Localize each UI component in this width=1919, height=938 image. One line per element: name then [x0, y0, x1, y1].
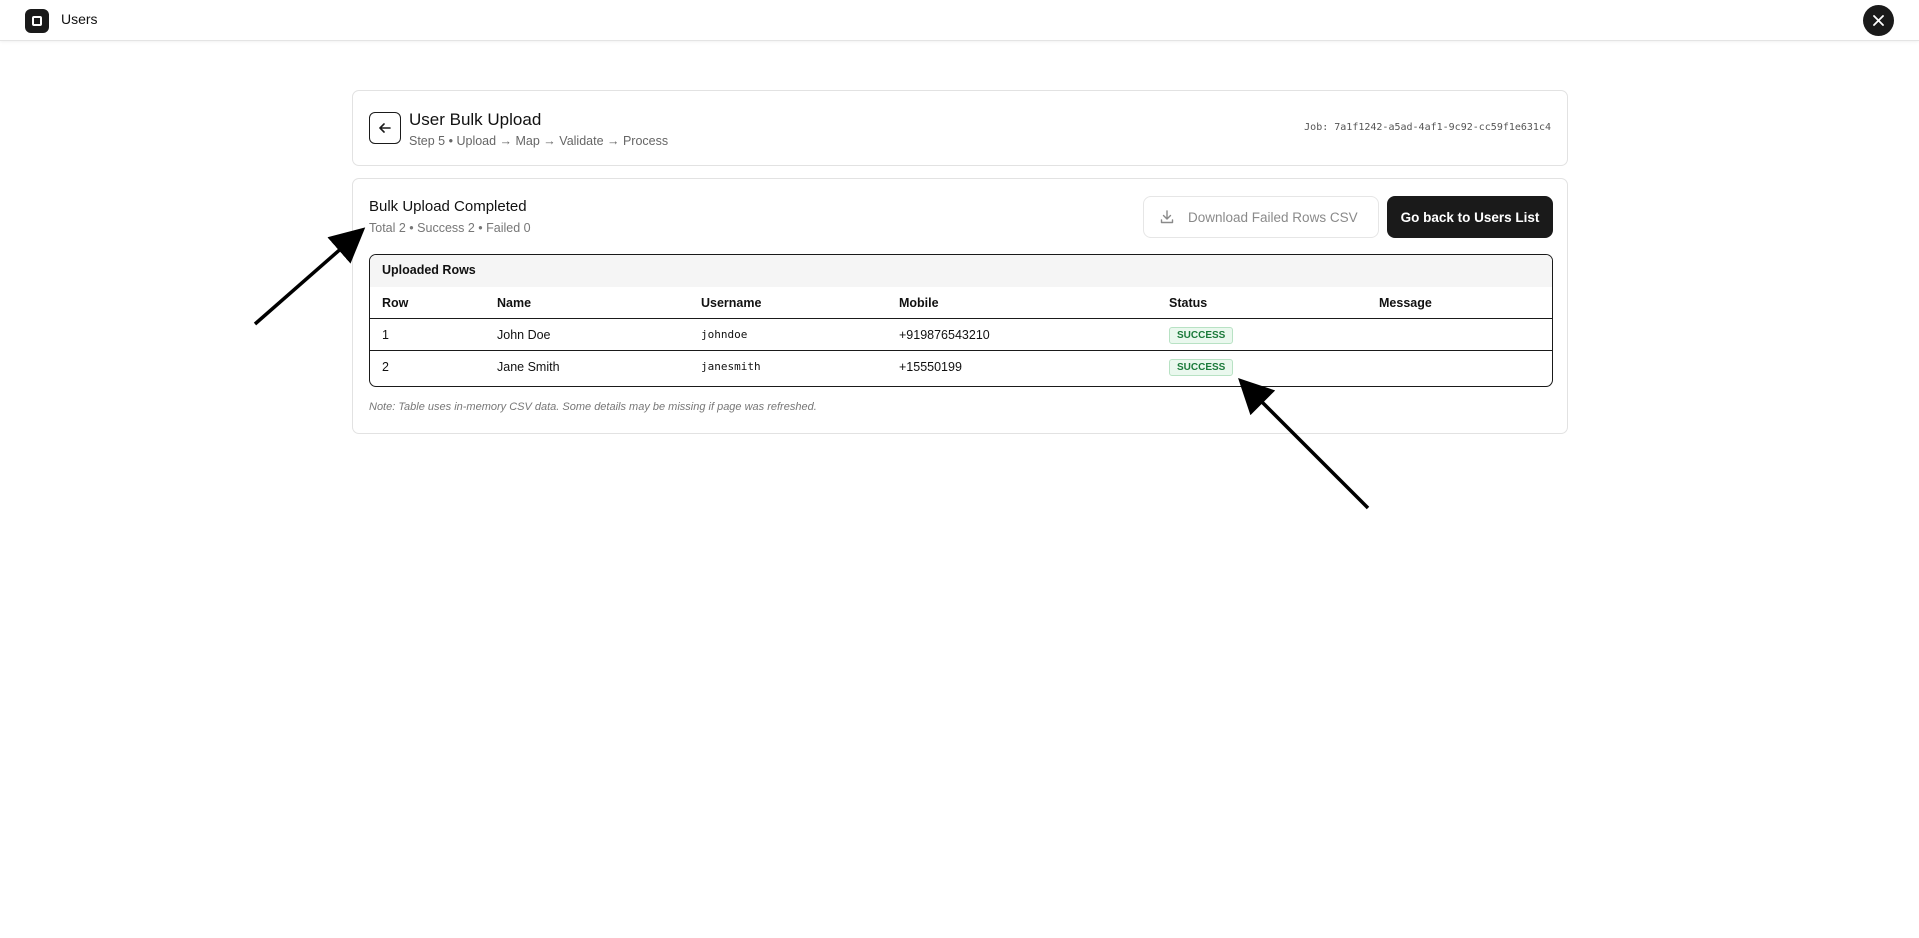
cell-mobile: +919876543210	[899, 328, 990, 342]
back-button[interactable]	[369, 112, 401, 144]
column-header-status: Status	[1169, 296, 1208, 310]
cell-name: John Doe	[497, 328, 551, 342]
upload-header-card: User Bulk Upload Step 5 • Upload → Map →…	[352, 90, 1568, 166]
step-breadcrumb: Step 5 • Upload → Map → Validate → Proce…	[409, 134, 669, 148]
result-summary: Total 2 • Success 2 • Failed 0	[369, 221, 531, 235]
cell-username: johndoe	[701, 328, 748, 341]
page-title: User Bulk Upload	[409, 110, 542, 129]
table-row: 2 Jane Smith janesmith +15550199 SUCCESS	[370, 351, 1552, 383]
table-note: Note: Table uses in-memory CSV data. Som…	[369, 401, 817, 413]
cell-mobile: +15550199	[899, 360, 962, 374]
annotation-arrow	[253, 227, 366, 326]
table-header: Row Name Username Mobile Status Message	[370, 287, 1552, 319]
go-back-users-button[interactable]: Go back to Users List	[1387, 196, 1553, 238]
app-title: Users	[61, 11, 98, 27]
column-header-row: Row	[382, 296, 409, 310]
cell-status: SUCCESS	[1169, 351, 1234, 383]
square-logo-icon	[25, 9, 49, 33]
status-badge: SUCCESS	[1169, 327, 1234, 345]
column-header-message: Message	[1379, 296, 1432, 310]
result-card: Bulk Upload Completed Total 2 • Success …	[352, 178, 1568, 434]
download-label: Download Failed Rows CSV	[1188, 209, 1358, 225]
result-title: Bulk Upload Completed	[369, 198, 527, 215]
table-caption: Uploaded Rows	[370, 255, 1552, 287]
cell-row: 2	[382, 360, 389, 374]
job-id: Job: 7a1f1242-a5ad-4af1-9c92-cc59f1e631c…	[1304, 122, 1551, 133]
uploaded-rows-table: Uploaded Rows Row Name Username Mobile S…	[369, 254, 1553, 387]
cell-row: 1	[382, 328, 389, 342]
cell-username: janesmith	[701, 360, 761, 373]
status-badge: SUCCESS	[1169, 359, 1234, 377]
top-bar: Users	[0, 0, 1919, 41]
column-header-mobile: Mobile	[899, 296, 939, 310]
download-failed-rows-button[interactable]: Download Failed Rows CSV	[1143, 196, 1379, 238]
close-icon	[1873, 15, 1884, 26]
column-header-name: Name	[497, 296, 532, 310]
table-row: 1 John Doe johndoe +919876543210 SUCCESS	[370, 319, 1552, 351]
close-button[interactable]	[1863, 5, 1894, 36]
column-header-username: Username	[701, 296, 762, 310]
cell-status: SUCCESS	[1169, 319, 1234, 351]
cell-name: Jane Smith	[497, 360, 560, 374]
arrow-left-icon	[379, 123, 391, 133]
download-icon	[1160, 210, 1174, 224]
